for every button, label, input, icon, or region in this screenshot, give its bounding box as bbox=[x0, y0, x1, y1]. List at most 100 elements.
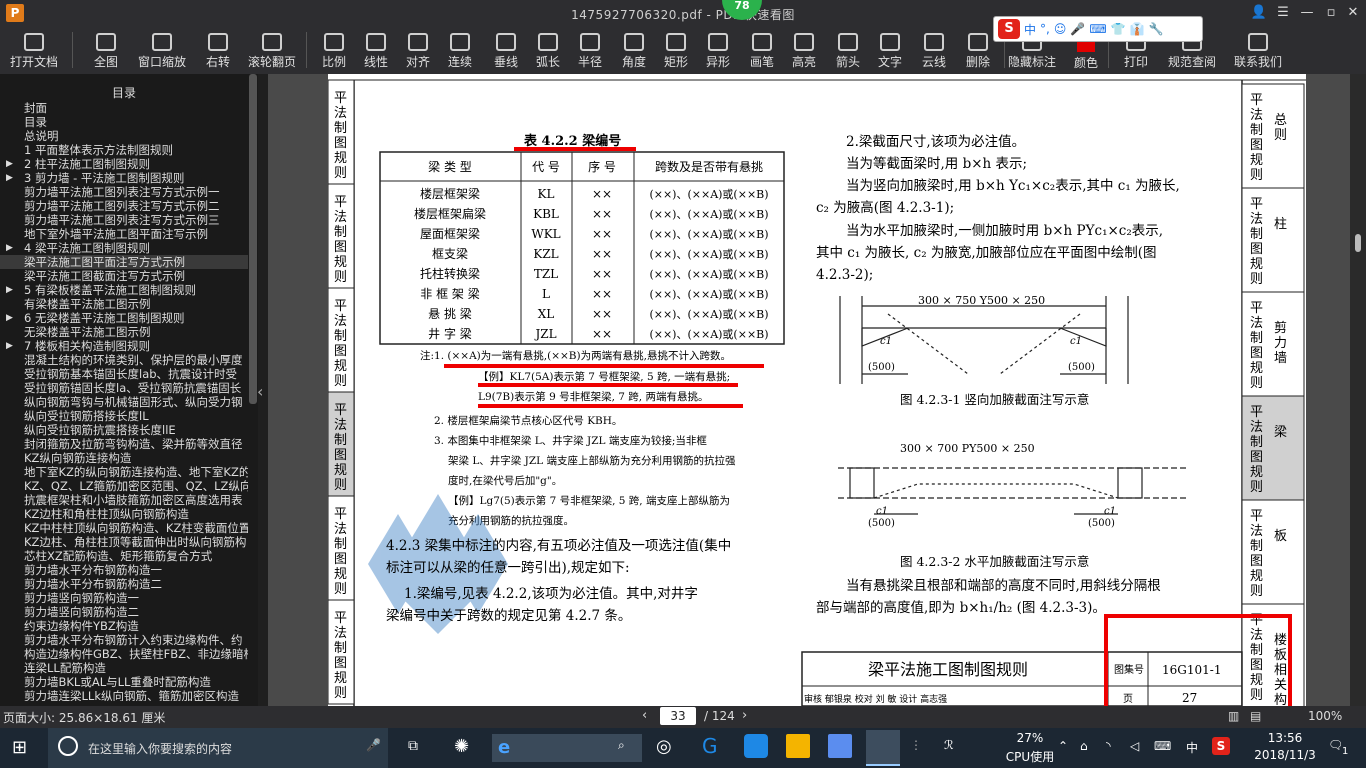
toolbar-folder-button[interactable]: 打开文档 bbox=[8, 26, 60, 74]
toc-item[interactable]: KZ边柱、角柱柱顶等截面伸出时纵向钢筋构 bbox=[0, 535, 248, 549]
toc-item[interactable]: 剪力墙连梁LLk纵向钢筋、箍筋加密区构造 bbox=[0, 689, 248, 701]
mic-icon[interactable]: 🎤 bbox=[366, 738, 381, 752]
keyboard-icon[interactable]: ⌨ bbox=[1089, 22, 1106, 36]
toc-item[interactable]: 纵向受拉钢筋搭接长度lL bbox=[0, 409, 248, 423]
toc-item[interactable]: 剪力墙BKL或AL与LL重叠时配筋构造 bbox=[0, 675, 248, 689]
expand-arrow-icon[interactable]: ▶ bbox=[6, 241, 13, 255]
expand-arrow-icon[interactable]: ▶ bbox=[6, 157, 13, 171]
notes-app-icon[interactable] bbox=[786, 734, 810, 758]
toc-item[interactable]: 剪力墙平法施工图列表注写方式示例三 bbox=[0, 213, 248, 227]
ime-indicator[interactable]: 中 bbox=[1186, 739, 1198, 756]
keyboard-tray-icon[interactable]: ⌨ bbox=[1154, 739, 1171, 753]
toc-item[interactable]: 混凝土结构的环境类别、保护层的最小厚度 bbox=[0, 353, 248, 367]
toc-item[interactable]: 纵向钢筋弯钩与机械锚固形式、纵向受力钢 bbox=[0, 395, 248, 409]
zoom-level[interactable]: 100% bbox=[1308, 709, 1342, 723]
sogou-tray-icon[interactable]: S bbox=[1212, 737, 1230, 755]
maximize-button[interactable]: ▫ bbox=[1320, 3, 1342, 23]
ime-toolbar[interactable]: S 中 °, ☺ 🎤 ⌨ 👕 👔 🔧 bbox=[993, 16, 1203, 42]
toolbar-mouse-button[interactable]: 滚轮翻页 bbox=[246, 26, 298, 74]
pdf-viewer-task-icon[interactable] bbox=[866, 730, 900, 766]
toc-item[interactable]: KZ中柱柱顶纵向钢筋构造、KZ柱变截面位置 bbox=[0, 521, 248, 535]
sogou-logo-icon[interactable]: S bbox=[998, 19, 1020, 39]
toc-item[interactable]: 总说明 bbox=[0, 129, 248, 143]
chrome-icon[interactable]: ◎ bbox=[656, 736, 672, 757]
toc-item[interactable]: 有梁楼盖平法施工图示例 bbox=[0, 297, 248, 311]
toc-item[interactable]: 剪力墙平法施工图列表注写方式示例一 bbox=[0, 185, 248, 199]
pinwheel-app-icon[interactable]: ✺ bbox=[454, 736, 469, 757]
toc-item[interactable]: ▶ 5 有梁板楼盖平法施工图制图规则 bbox=[0, 283, 248, 297]
toc-item[interactable]: 构造边缘构件GBZ、扶壁柱FBZ、非边缘暗柱 bbox=[0, 647, 248, 661]
files-app-icon[interactable] bbox=[828, 734, 852, 758]
expand-arrow-icon[interactable]: ▶ bbox=[6, 283, 13, 297]
toc-item[interactable]: 剪力墙竖向钢筋构造一 bbox=[0, 591, 248, 605]
toc-item[interactable]: 剪力墙水平分布钢筋构造一 bbox=[0, 563, 248, 577]
toc-item[interactable]: ▶ 3 剪力墙 - 平法施工图制图规则 bbox=[0, 171, 248, 185]
toc-item[interactable]: 芯柱XZ配筋构造、矩形箍筋复合方式 bbox=[0, 549, 248, 563]
double-page-view-icon[interactable]: ▤ bbox=[1250, 709, 1261, 723]
expand-arrow-icon[interactable]: ▶ bbox=[6, 171, 13, 185]
toc-item[interactable]: 地下室KZ的纵向钢筋连接构造、地下室KZ的 bbox=[0, 465, 248, 479]
shirt-icon[interactable]: 👔 bbox=[1130, 22, 1145, 36]
toc-item[interactable]: 剪力墙水平分布钢筋构造二 bbox=[0, 577, 248, 591]
pinned-app-icon[interactable] bbox=[744, 734, 768, 758]
toc-item[interactable]: 地下室外墙平法施工图平面注写示例 bbox=[0, 227, 248, 241]
toc-item[interactable]: ▶ 7 楼板相关构造制图规则 bbox=[0, 339, 248, 353]
toolbar-rotate-right-button[interactable]: 右转 bbox=[192, 26, 244, 74]
toc-item[interactable]: ▶ 4 梁平法施工图制图规则 bbox=[0, 241, 248, 255]
toc-item[interactable]: 剪力墙水平分布钢筋计入约束边缘构件、约 bbox=[0, 633, 248, 647]
volume-icon[interactable]: ◁ bbox=[1130, 739, 1139, 753]
toc-item[interactable]: 1 平面整体表示方法制图规则 bbox=[0, 143, 248, 157]
toolbar-continuous-button[interactable]: 连续 bbox=[434, 26, 486, 74]
notification-icon[interactable]: 🗨 bbox=[1328, 738, 1343, 752]
toc-item[interactable]: 剪力墙平法施工图列表注写方式示例二 bbox=[0, 199, 248, 213]
toc-item[interactable]: KZ边柱和角柱柱顶纵向钢筋构造 bbox=[0, 507, 248, 521]
settings-icon[interactable]: 🔧 bbox=[1149, 22, 1164, 36]
toc-item[interactable]: 抗震框架柱和小墙肢箍筋加密区高度选用表 bbox=[0, 493, 248, 507]
toc-item[interactable]: 受拉钢筋基本锚固长度lab、抗震设计时受 bbox=[0, 367, 248, 381]
toc-item[interactable]: 梁平法施工图截面注写方式示例 bbox=[0, 269, 248, 283]
sogou-browser-icon[interactable]: G bbox=[702, 734, 718, 758]
toc-item[interactable]: KZ纵向钢筋连接构造 bbox=[0, 451, 248, 465]
next-page-button[interactable]: › bbox=[742, 708, 747, 723]
toc-item[interactable]: ▶ 2 柱平法施工图制图规则 bbox=[0, 157, 248, 171]
taskbar-overflow[interactable]: ⋮ bbox=[910, 738, 922, 752]
expand-arrow-icon[interactable]: ▶ bbox=[6, 339, 13, 353]
collapse-sidebar-icon[interactable]: ‹ bbox=[257, 382, 263, 401]
toolbar-fullview-button[interactable]: 全图 bbox=[80, 26, 132, 74]
tray-app-icon[interactable]: ⌂ bbox=[1080, 739, 1088, 753]
toc-item[interactable]: 剪力墙竖向钢筋构造二 bbox=[0, 605, 248, 619]
menu-icon[interactable]: ☰ bbox=[1272, 3, 1294, 23]
browser-address-box[interactable]: e ⌕ bbox=[492, 734, 642, 762]
expand-arrow-icon[interactable]: ▶ bbox=[6, 311, 13, 325]
close-button[interactable]: ✕ bbox=[1342, 3, 1364, 23]
task-view-icon[interactable]: ⧉ bbox=[408, 738, 418, 754]
toc-item[interactable]: 封面 bbox=[0, 101, 248, 115]
toc-item[interactable]: 目录 bbox=[0, 115, 248, 129]
page-number-input[interactable]: 33 bbox=[660, 707, 696, 725]
toolbar-zoom-button[interactable]: 窗口缩放 bbox=[136, 26, 188, 74]
toc-item[interactable]: 封闭箍筋及拉筋弯钩构造、梁并筋等效直径 bbox=[0, 437, 248, 451]
toc-item[interactable]: ▶ 6 无梁楼盖平法施工图制图规则 bbox=[0, 311, 248, 325]
document-viewer[interactable]: 平法制图规则平法制图规则平法制图规则平法制图规则平法制图规则平法制图规则 平法制… bbox=[268, 74, 1350, 726]
viewer-scrollbar[interactable] bbox=[1350, 74, 1366, 706]
emoji-icon[interactable]: ☺ bbox=[1054, 22, 1067, 36]
taskbar-search-box[interactable]: 在这里输入你要搜索的内容 🎤 bbox=[48, 728, 388, 768]
windows-start-icon[interactable]: ⊞ bbox=[12, 737, 27, 758]
toc-item[interactable]: 连梁LL配筋构造 bbox=[0, 661, 248, 675]
scroll-thumb[interactable] bbox=[1355, 234, 1361, 252]
toc-item[interactable]: 受拉钢筋锚固长度la、受拉钢筋抗震锚固长 bbox=[0, 381, 248, 395]
ime-punct[interactable]: °, bbox=[1040, 22, 1050, 36]
mic-icon[interactable]: 🎤 bbox=[1070, 22, 1085, 36]
prev-page-button[interactable]: ‹ bbox=[642, 708, 647, 723]
skin-icon[interactable]: 👕 bbox=[1111, 22, 1126, 36]
people-icon[interactable]: ℛ bbox=[944, 738, 954, 752]
wifi-icon[interactable]: ◝ bbox=[1106, 739, 1111, 753]
toc-scrollbar[interactable] bbox=[249, 74, 257, 404]
user-icon[interactable]: 👤 bbox=[1248, 3, 1270, 23]
tray-up-icon[interactable]: ⌃ bbox=[1058, 739, 1068, 753]
toc-item[interactable]: 纵向受拉钢筋抗震搭接长度llE bbox=[0, 423, 248, 437]
toc-item[interactable]: 无梁楼盖平法施工图示例 bbox=[0, 325, 248, 339]
toc-item[interactable]: 约束边缘构件YBZ构造 bbox=[0, 619, 248, 633]
ime-lang[interactable]: 中 bbox=[1024, 21, 1036, 38]
single-page-view-icon[interactable]: ▥ bbox=[1228, 709, 1239, 723]
